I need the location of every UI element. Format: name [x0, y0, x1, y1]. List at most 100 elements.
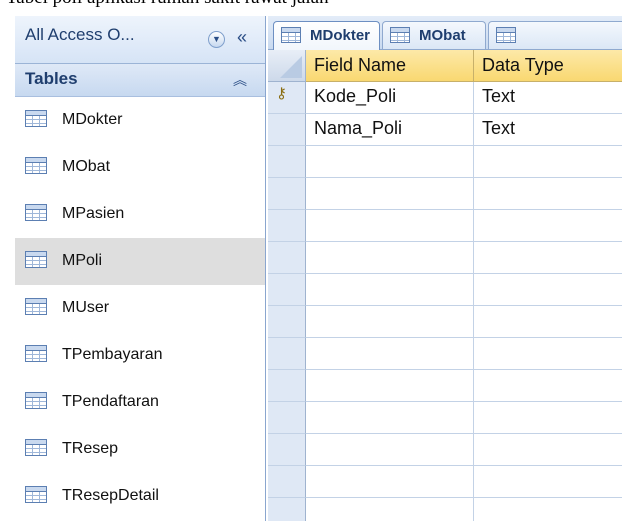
nav-pane-header[interactable]: All Access O... ▼ « — [15, 16, 265, 64]
table-row[interactable]: Nama_Poli Text — [268, 114, 622, 146]
table-icon — [25, 392, 47, 409]
nav-item-mpasien[interactable]: MPasien — [15, 191, 265, 238]
nav-item-label: TPendaftaran — [62, 393, 159, 410]
table-row[interactable] — [268, 242, 622, 274]
row-selector[interactable] — [268, 146, 306, 178]
row-selector[interactable] — [268, 466, 306, 498]
data-type-cell[interactable] — [474, 370, 622, 402]
collapse-group-icon[interactable]: ︽ — [233, 70, 247, 90]
table-icon — [25, 486, 47, 503]
field-name-cell[interactable] — [306, 210, 474, 242]
table-row[interactable] — [268, 466, 622, 498]
data-type-cell[interactable] — [474, 274, 622, 306]
tab-label: MObat — [419, 27, 466, 44]
navigation-pane: All Access O... ▼ « Tables ︽ MDokter MOba… — [15, 16, 266, 521]
shutter-bar-close-button[interactable]: « — [237, 27, 247, 48]
nav-item-tpendaftaran[interactable]: TPendaftaran — [15, 379, 265, 426]
table-row[interactable] — [268, 434, 622, 466]
nav-item-tpembayaran[interactable]: TPembayaran — [15, 332, 265, 379]
data-type-cell[interactable] — [474, 434, 622, 466]
tab-label: MDokter — [310, 27, 371, 44]
table-icon — [25, 204, 47, 221]
field-name-cell[interactable] — [306, 178, 474, 210]
design-grid: Field Name Data Type ⚷ Kode_Poli Text Nama_… — [268, 50, 622, 521]
data-type-cell[interactable]: Text — [474, 114, 622, 146]
field-name-cell[interactable] — [306, 370, 474, 402]
table-row[interactable] — [268, 498, 622, 521]
data-type-cell[interactable] — [474, 210, 622, 242]
nav-item-tresep[interactable]: TResep — [15, 426, 265, 473]
nav-item-label: MUser — [62, 299, 110, 316]
table-icon — [25, 157, 47, 174]
field-name-cell[interactable] — [306, 498, 474, 521]
table-icon — [281, 27, 301, 43]
table-row[interactable] — [268, 370, 622, 402]
nav-item-label: TResep — [62, 440, 119, 457]
row-selector[interactable] — [268, 178, 306, 210]
data-type-cell[interactable] — [474, 242, 622, 274]
table-icon — [390, 27, 410, 43]
field-name-cell[interactable] — [306, 402, 474, 434]
table-row[interactable] — [268, 274, 622, 306]
column-header-field-name[interactable]: Field Name — [306, 50, 474, 82]
table-row[interactable]: ⚷ Kode_Poli Text — [268, 82, 622, 114]
document-area: MDokter MObat Field Name Data Type ⚷ Kode… — [268, 16, 622, 521]
table-icon — [25, 439, 47, 456]
data-type-cell[interactable] — [474, 306, 622, 338]
data-type-cell[interactable] — [474, 498, 622, 521]
table-icon — [25, 110, 47, 127]
table-icon — [25, 298, 47, 315]
row-selector[interactable]: ⚷ — [268, 82, 306, 114]
field-name-cell[interactable] — [306, 338, 474, 370]
field-name-cell[interactable]: Kode_Poli — [306, 82, 474, 114]
tab-next[interactable] — [488, 21, 622, 49]
field-name-cell[interactable] — [306, 306, 474, 338]
row-selector[interactable] — [268, 306, 306, 338]
row-selector[interactable] — [268, 210, 306, 242]
select-all-corner[interactable] — [268, 50, 306, 82]
chevron-down-icon[interactable]: ▼ — [208, 31, 225, 48]
row-selector[interactable] — [268, 338, 306, 370]
row-selector[interactable] — [268, 274, 306, 306]
table-icon — [25, 345, 47, 362]
field-name-cell[interactable]: Nama_Poli — [306, 114, 474, 146]
table-row[interactable] — [268, 146, 622, 178]
field-name-cell[interactable] — [306, 466, 474, 498]
table-icon — [496, 27, 516, 43]
table-row[interactable] — [268, 338, 622, 370]
nav-pane-title[interactable]: All Access O... — [25, 25, 135, 45]
document-tab-bar: MDokter MObat — [268, 16, 622, 50]
table-icon — [25, 251, 47, 268]
nav-item-tresepdetail[interactable]: TResepDetail — [15, 473, 265, 520]
data-type-cell[interactable] — [474, 146, 622, 178]
group-header-tables[interactable]: Tables ︽ — [15, 64, 265, 97]
tab-mdokter[interactable]: MDokter — [273, 21, 380, 50]
data-type-cell[interactable] — [474, 466, 622, 498]
field-name-cell[interactable] — [306, 274, 474, 306]
data-type-cell[interactable]: Text — [474, 82, 622, 114]
nav-item-mpoli[interactable]: MPoli — [15, 238, 265, 285]
nav-item-mdokter[interactable]: MDokter — [15, 97, 265, 144]
row-selector[interactable] — [268, 242, 306, 274]
data-type-cell[interactable] — [474, 402, 622, 434]
field-name-cell[interactable] — [306, 434, 474, 466]
nav-item-mobat[interactable]: MObat — [15, 144, 265, 191]
data-type-cell[interactable] — [474, 338, 622, 370]
table-row[interactable] — [268, 178, 622, 210]
table-row[interactable] — [268, 402, 622, 434]
tab-mobat[interactable]: MObat — [382, 21, 486, 49]
field-name-cell[interactable] — [306, 146, 474, 178]
row-selector[interactable] — [268, 114, 306, 146]
nav-item-label: MPasien — [62, 205, 125, 222]
data-type-cell[interactable] — [474, 178, 622, 210]
nav-item-label: TResepDetail — [62, 487, 159, 504]
field-name-cell[interactable] — [306, 242, 474, 274]
column-header-data-type[interactable]: Data Type — [474, 50, 622, 82]
row-selector[interactable] — [268, 402, 306, 434]
table-row[interactable] — [268, 306, 622, 338]
row-selector[interactable] — [268, 434, 306, 466]
row-selector[interactable] — [268, 498, 306, 521]
table-row[interactable] — [268, 210, 622, 242]
row-selector[interactable] — [268, 370, 306, 402]
nav-item-muser[interactable]: MUser — [15, 285, 265, 332]
